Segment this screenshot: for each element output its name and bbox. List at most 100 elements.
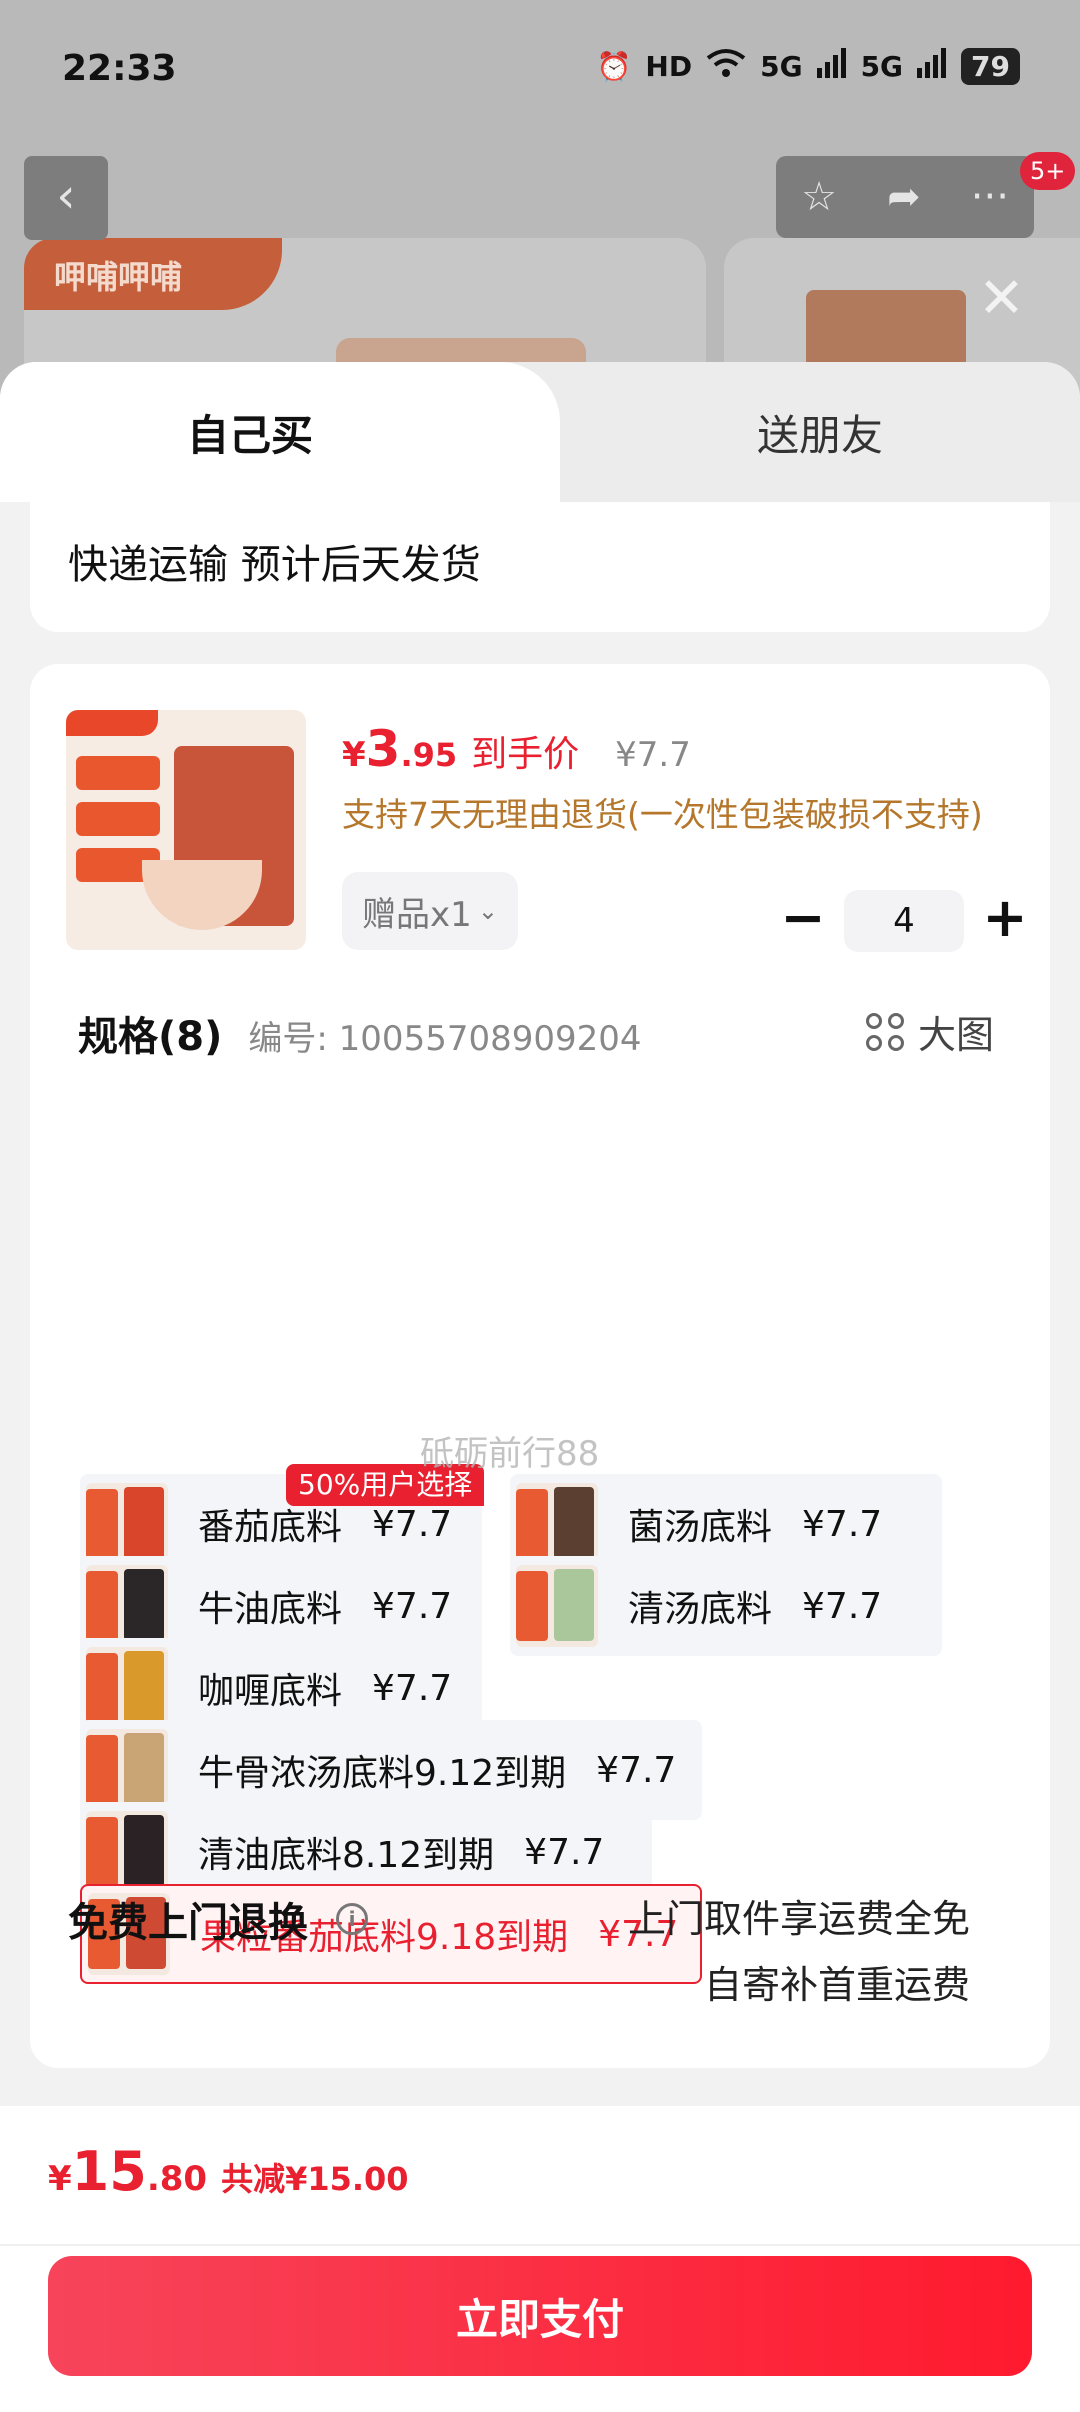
signal-icon — [816, 48, 847, 85]
spec-option-thumbnail — [86, 1565, 168, 1647]
spec-option-price: ¥7.7 — [524, 1831, 605, 1873]
wifi-icon — [706, 48, 746, 85]
increase-button[interactable]: + — [972, 888, 1038, 954]
brand-logo — [66, 710, 158, 736]
info-icon[interactable]: i — [336, 1903, 368, 1935]
star-icon[interactable]: ☆ — [801, 174, 837, 220]
total-integer: 15 — [71, 2140, 147, 2203]
label-strip — [76, 756, 160, 790]
price-label: 到手价 — [471, 734, 580, 775]
purchase-tabs: 送朋友 自己买 — [0, 362, 1080, 502]
status-time: 22:33 — [62, 48, 177, 89]
free-return-label: 免费上门退换 — [68, 1900, 308, 1946]
free-return-line1: 上门取件享运费全免 — [627, 1897, 970, 1941]
spec-option-name: 牛油底料 — [198, 1589, 343, 1630]
share-icon[interactable]: ➦ — [887, 174, 921, 220]
spec-title: 规格(8) — [78, 1014, 223, 1060]
alarm-icon: ⏰ — [596, 50, 632, 83]
thumb-label — [86, 1735, 118, 1805]
price-line: ¥ 3 .95 到手价 ¥7.7 — [342, 720, 691, 778]
spec-option-name: 菌汤底料 — [628, 1507, 773, 1548]
grid-icon — [866, 1012, 904, 1051]
thumb-package — [124, 1487, 164, 1559]
thumb-label — [86, 1489, 118, 1559]
free-return-line2: 自寄补首重运费 — [703, 1963, 970, 2007]
status-bar: 22:33 ⏰ HD 5G 5G 79 — [0, 0, 1080, 140]
big-picture-button[interactable]: 大图 — [866, 1004, 994, 1059]
price-decimal: .95 — [400, 736, 458, 774]
chevron-left-icon: ‹ — [56, 168, 76, 224]
spec-option-price: ¥7.7 — [372, 1503, 453, 1545]
spec-option-thumbnail — [516, 1483, 598, 1565]
top-actions: ☆ ➦ ··· — [776, 156, 1034, 238]
big-picture-label: 大图 — [918, 1013, 995, 1057]
spec-option-thumbnail — [516, 1565, 598, 1647]
chevron-down-icon: ⌄ — [477, 897, 498, 925]
original-price: ¥7.7 — [615, 735, 691, 775]
total-decimal: .80 — [146, 2159, 208, 2199]
total-price: ¥ 15 .80 共减¥15.00 — [48, 2140, 409, 2203]
divider — [0, 2244, 1080, 2246]
gift-label: 赠品x1 — [362, 894, 472, 935]
thumb-label — [86, 1571, 118, 1641]
close-icon[interactable]: ✕ — [978, 266, 1025, 331]
free-return-title: 免费上门退换 i — [68, 1890, 368, 1948]
spec-option-thumbnail — [86, 1647, 168, 1729]
spec-option[interactable]: 清汤底料 ¥7.7 — [510, 1556, 942, 1656]
thumb-label — [516, 1571, 548, 1641]
spec-option-name: 清油底料8.12到期 — [198, 1835, 495, 1876]
thumb-package — [124, 1733, 164, 1805]
spec-option-thumbnail — [86, 1483, 168, 1565]
thumb-package — [124, 1569, 164, 1641]
spec-option-price: ¥7.7 — [372, 1667, 453, 1709]
spec-header: 规格(8) 编号: 10055708909204 — [78, 1004, 642, 1062]
more-icon[interactable]: ··· — [971, 174, 1009, 220]
spec-option-name: 清汤底料 — [628, 1589, 773, 1630]
product-image[interactable] — [66, 710, 306, 950]
store-logo: 呷哺呷哺 — [24, 238, 282, 310]
spec-option-price: ¥7.7 — [372, 1585, 453, 1627]
signal-5g-label: 5G — [760, 50, 803, 83]
thumb-package — [124, 1815, 164, 1887]
pay-now-button[interactable]: 立即支付 — [48, 2256, 1032, 2376]
thumb-package — [554, 1569, 594, 1641]
shipping-text: 快递运输 预计后天发货 — [68, 542, 481, 588]
thumb-label — [86, 1817, 118, 1887]
label-strip — [76, 802, 160, 836]
product-code: 编号: 10055708909204 — [248, 1019, 642, 1059]
spec-option-price: ¥7.7 — [802, 1503, 883, 1545]
tab-buy-self[interactable]: 自己买 — [0, 362, 560, 502]
thumb-label — [86, 1653, 118, 1723]
free-return-details: 上门取件享运费全免 自寄补首重运费 — [628, 1886, 970, 2018]
back-button[interactable]: ‹ — [24, 156, 108, 240]
watermark: 砥砺前行88 — [420, 1434, 600, 1474]
signal-5g-label-2: 5G — [860, 50, 904, 83]
status-icons: ⏰ HD 5G 5G 79 — [597, 48, 1020, 85]
thumb-package — [124, 1651, 164, 1723]
gift-dropdown[interactable]: 赠品x1 ⌄ — [342, 872, 518, 950]
product-card: ¥ 3 .95 到手价 ¥7.7 支持7天无理由退货(一次性包装破损不支持) 赠… — [30, 664, 1050, 2068]
price-integer: 3 — [365, 720, 401, 778]
quantity-stepper: − 4 + — [770, 888, 1038, 954]
spec-option-name: 牛骨浓汤底料9.12到期 — [198, 1753, 567, 1794]
quantity-input[interactable]: 4 — [844, 890, 964, 952]
decrease-button[interactable]: − — [770, 888, 836, 954]
thumb-label — [516, 1489, 548, 1559]
total-savings: 共减¥15.00 — [221, 2160, 409, 2198]
thumb-package — [554, 1487, 594, 1559]
tab-send-friend[interactable]: 送朋友 — [560, 362, 1080, 502]
shipping-info: 快递运输 预计后天发货 — [30, 502, 1050, 632]
signal-icon-2 — [917, 48, 947, 85]
notification-badge: 5+ — [1020, 152, 1076, 190]
spec-option-name: 咖喱底料 — [198, 1671, 343, 1712]
total-currency: ¥ — [48, 2159, 72, 2199]
hd-icon: HD — [645, 50, 693, 83]
return-policy: 支持7天无理由退货(一次性包装破损不支持) — [342, 795, 983, 834]
price-currency: ¥ — [342, 735, 366, 775]
spec-option-thumbnail — [86, 1729, 168, 1811]
checkout-bar: ¥ 15 .80 共减¥15.00 立即支付 — [0, 2106, 1080, 2412]
spec-option-thumbnail — [86, 1811, 168, 1893]
battery-icon: 79 — [961, 48, 1020, 85]
spec-option-price: ¥7.7 — [802, 1585, 883, 1627]
spec-option-price: ¥7.7 — [596, 1749, 677, 1791]
